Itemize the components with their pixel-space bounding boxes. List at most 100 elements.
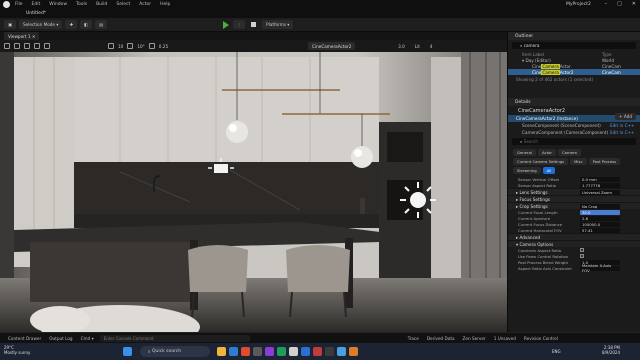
viewport-menu-icon[interactable] — [4, 43, 10, 49]
viewport-tab-label: Viewport 1 — [8, 33, 31, 39]
outliner-tab[interactable]: Outliner — [508, 32, 640, 40]
play-options-icon[interactable]: ⋮ — [232, 20, 246, 29]
unsaved-button[interactable]: 1 Unsaved — [494, 336, 516, 341]
pawn-rotation-checkbox[interactable] — [580, 254, 584, 258]
app-icon[interactable] — [265, 347, 274, 356]
zen-server-button[interactable]: Zen Server — [463, 336, 486, 341]
blueprint-icon[interactable]: ◧ — [79, 20, 92, 29]
constrain-aspect-checkbox[interactable] — [580, 248, 584, 252]
details-filter-chips: General Actor Camera Current Camera Sett… — [508, 147, 640, 176]
add-content-icon[interactable]: ✚ — [65, 20, 77, 29]
menu-edit[interactable]: Edit — [32, 2, 41, 7]
chrome-icon[interactable] — [241, 347, 250, 356]
menu-build[interactable]: Build — [96, 2, 107, 7]
viewport-toolbar: 10 10° 0.25 3.0 Lit 4 — [0, 40, 507, 52]
outliner-search-input[interactable]: ⌕ camera — [512, 42, 636, 49]
rotation-snap-icon[interactable] — [127, 43, 134, 49]
edit-cpp-link[interactable]: Edit in C++ — [610, 123, 635, 128]
chip-post-process[interactable]: Post Process — [588, 158, 621, 165]
app-icon[interactable] — [349, 347, 358, 356]
section-camera-options[interactable]: ▾ Camera Options — [508, 240, 640, 247]
section-advanced[interactable]: ▸ Advanced — [508, 233, 640, 240]
taskbar-clock[interactable]: 2:38 PM 8/9/2024 — [602, 345, 620, 355]
viewport-scene[interactable] — [0, 52, 507, 332]
prop-aspect-ratio-axis-constraint: Aspect Ratio Axis Constraint Maintain X-… — [508, 263, 640, 273]
close-icon[interactable]: ✕ — [632, 1, 636, 7]
scalability-value[interactable]: 4 — [430, 44, 433, 49]
cmd-button[interactable]: Cmd ▾ — [81, 336, 94, 341]
platforms-button[interactable]: Platforms ▾ — [262, 20, 294, 29]
windows-start-icon[interactable] — [123, 347, 132, 356]
grid-snap-value[interactable]: 10 — [118, 44, 123, 49]
lit-mode[interactable]: Lit — [415, 44, 420, 49]
chip-misc[interactable]: Misc — [570, 158, 587, 165]
maximize-icon[interactable]: □ — [617, 1, 622, 7]
scale-snap-value[interactable]: 0.25 — [159, 44, 168, 49]
component-scene[interactable]: SceneComponent (SceneComponent) Edit in … — [508, 122, 640, 129]
app-icon[interactable] — [337, 347, 346, 356]
app-icon[interactable] — [325, 347, 334, 356]
viewport-tab[interactable]: Viewport 1 ✕ — [4, 32, 40, 40]
save-icon[interactable]: ▣ — [4, 20, 16, 29]
menu-help[interactable]: Help — [160, 2, 170, 7]
chip-general[interactable]: General — [513, 149, 536, 156]
menu-tools[interactable]: Tools — [76, 2, 87, 7]
chip-camera[interactable]: Camera — [557, 149, 581, 156]
move-tool-icon[interactable] — [24, 43, 30, 49]
point-light-gizmo-icon[interactable] — [400, 182, 436, 218]
section-lens-settings[interactable]: ▸ Lens Settings Universal Zoom — [508, 188, 640, 195]
chip-all[interactable]: All — [542, 167, 556, 174]
edit-cpp-link[interactable]: Edit in C++ — [610, 130, 635, 135]
outliner-row-label: ▾ Day (Editor) — [522, 57, 551, 63]
pilot-camera-pill[interactable]: CineCameraActor2 — [308, 42, 356, 50]
outliner-status: Showing 2 of 462 actors (1 selected) — [516, 77, 594, 82]
language-indicator[interactable]: ENG — [552, 349, 561, 354]
rotate-tool-icon[interactable] — [34, 43, 40, 49]
weather-widget[interactable]: 29°C Mostly sunny — [4, 345, 30, 355]
unreal-taskbar-icon[interactable] — [289, 347, 298, 356]
add-component-button[interactable]: + Add — [615, 113, 636, 120]
menu-file[interactable]: File — [15, 2, 23, 7]
chip-actor[interactable]: Actor — [537, 149, 556, 156]
menu-window[interactable]: Window — [49, 2, 67, 7]
grid-snap-icon[interactable] — [108, 43, 114, 49]
scale-tool-icon[interactable] — [44, 43, 50, 49]
app-icon[interactable] — [301, 347, 310, 356]
trace-button[interactable]: Trace — [408, 336, 419, 341]
unreal-logo-icon — [3, 1, 10, 8]
details-search-input[interactable]: ⌕ Search — [512, 138, 636, 145]
play-icon[interactable] — [222, 20, 229, 29]
minimize-icon[interactable]: – — [605, 1, 608, 7]
section-focus-settings[interactable]: ▸ Focus Settings — [508, 195, 640, 202]
outliner-row-label: CineCameraActor — [532, 63, 571, 69]
menu-actor[interactable]: Actor — [139, 2, 151, 7]
sequencer-icon[interactable]: ▤ — [94, 20, 107, 29]
store-icon[interactable] — [253, 347, 262, 356]
chip-current-camera-settings[interactable]: Current Camera Settings — [513, 158, 569, 165]
section-crop-settings[interactable]: ▸ Crop Settings No Crop — [508, 202, 640, 209]
menu-select[interactable]: Select — [116, 2, 130, 7]
stop-icon[interactable] — [251, 22, 257, 27]
derived-data-button[interactable]: Derived Data — [427, 336, 455, 341]
edge-icon[interactable] — [229, 347, 238, 356]
chip-streaming[interactable]: Streaming — [513, 167, 541, 174]
scale-snap-icon[interactable] — [148, 43, 155, 49]
revision-control-button[interactable]: Revision Control — [524, 336, 558, 341]
output-log-button[interactable]: Output Log — [49, 336, 72, 341]
content-drawer-button[interactable]: Content Drawer — [8, 336, 41, 341]
item-label-header[interactable]: Item Label — [522, 52, 602, 57]
select-tool-icon[interactable] — [14, 43, 20, 49]
mode-button[interactable]: Selection Mode ▾ — [18, 20, 63, 29]
fov-value[interactable]: 3.0 — [398, 44, 405, 49]
app-icon[interactable] — [313, 347, 322, 356]
file-explorer-icon[interactable] — [217, 347, 226, 356]
taskbar-search-input[interactable]: ⌕ Quick search — [140, 346, 210, 357]
level-tab[interactable]: Untitled* — [26, 11, 46, 16]
viewport-tab-bar: Viewport 1 ✕ — [0, 32, 507, 40]
component-camera[interactable]: CameraComponent (CameraComponent) Edit i… — [508, 129, 640, 136]
console-command-input[interactable]: Enter Console Command — [99, 334, 250, 342]
rotation-snap-value[interactable]: 10° — [137, 44, 144, 49]
type-header[interactable]: Type — [602, 52, 612, 57]
details-tab[interactable]: Details — [508, 98, 640, 106]
app-icon[interactable] — [277, 347, 286, 356]
